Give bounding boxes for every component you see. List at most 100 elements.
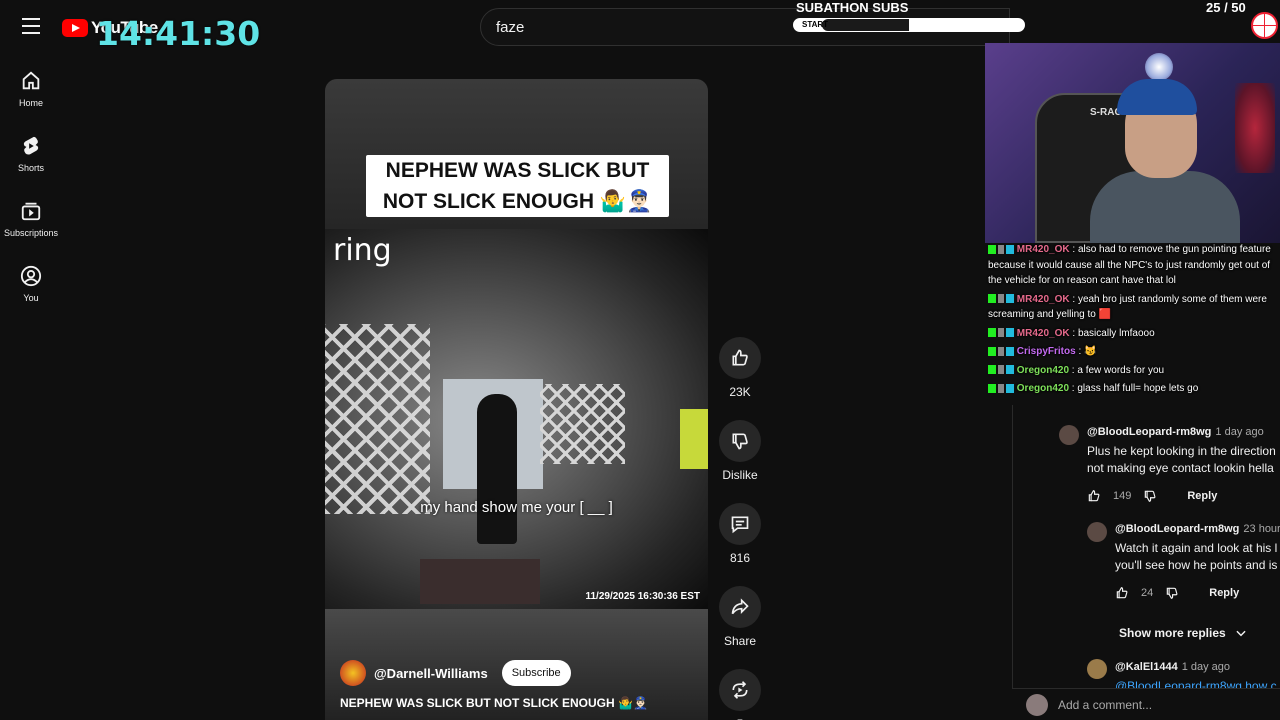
sidebar: Home Shorts Subscriptions You	[0, 62, 62, 322]
subathon-progress-bar: START	[793, 18, 1025, 32]
comment-text-line: Plus he kept looking in the direction	[1087, 444, 1276, 458]
home-icon	[22, 71, 40, 90]
comment-time: 1 day ago	[1215, 426, 1264, 438]
comment-text-line: not making eye contact lookin hella	[1087, 461, 1274, 475]
chat-text: glass half full= hope lets go	[1077, 383, 1199, 394]
comment-actions: 149 Reply	[1087, 489, 1217, 503]
sidebar-item-label: Home	[18, 98, 43, 108]
comments-panel: @BloodLeopard-rm8wg 1 day ago Plus he kep…	[1012, 405, 1280, 720]
chat-badges	[988, 328, 1014, 338]
short-video-player[interactable]: NEPHEW WAS SLICK BUT NOT SLICK ENOUGH 🤷‍…	[325, 79, 708, 720]
channel-row: @Darnell-Williams Subscribe	[340, 660, 571, 686]
doormat	[420, 559, 540, 604]
chat-message: MR420_OK : yeah bro just randomly some o…	[988, 293, 1267, 320]
share-button[interactable]	[719, 586, 761, 628]
comment-header: @KalEl1444 1 day ago	[1115, 661, 1230, 673]
thumbs-up-icon	[732, 349, 748, 366]
screen: YouTube 14:41:30 Home Shorts Subscriptio…	[0, 0, 1280, 720]
comment-time: 1 day ago	[1181, 661, 1231, 673]
show-more-replies-label: Show more replies	[1119, 626, 1226, 640]
comment-handle[interactable]: @KalEl1444	[1115, 661, 1178, 673]
thumbs-down-icon[interactable]	[1165, 586, 1179, 600]
comment-like-count: 149	[1113, 490, 1132, 502]
sidebar-item-label: Shorts	[17, 163, 44, 173]
person-in-yellow	[680, 409, 708, 469]
comments-button[interactable]	[719, 503, 761, 545]
streamer-body	[1090, 171, 1240, 243]
subscriptions-icon	[21, 202, 41, 221]
decor-plant	[1235, 83, 1275, 173]
thumbs-up-icon[interactable]	[1115, 586, 1129, 600]
remix-action: 5	[718, 669, 762, 720]
sidebar-item-you[interactable]: You	[0, 257, 62, 322]
account-icon	[20, 265, 42, 287]
subathon-progress-fill	[822, 19, 909, 31]
chat-text: a few words for you	[1077, 364, 1165, 376]
streamer-webcam: S-RACER	[985, 43, 1280, 243]
like-button[interactable]	[719, 337, 761, 379]
dislike-label: Dislike	[722, 468, 758, 482]
comment-body: Watch it again and look at his l you'll …	[1115, 540, 1277, 574]
stream-chat: MR420_OK : also had to remove the gun po…	[988, 242, 1278, 400]
comment-avatar[interactable]	[1059, 425, 1079, 445]
video-title: NEPHEW WAS SLICK BUT NOT SLICK ENOUGH 🤷‍…	[340, 696, 648, 710]
add-comment-placeholder: Add a comment...	[1058, 697, 1153, 712]
chat-username: Oregon420	[1016, 364, 1070, 376]
video-subtitle: my hand show me your [ __ ]	[420, 499, 613, 516]
ceiling-lamp	[1145, 53, 1173, 81]
chat-username: MR420_OK	[1016, 244, 1070, 255]
chat-username: MR420_OK	[1016, 327, 1070, 339]
thumbs-up-icon[interactable]	[1087, 489, 1101, 503]
chat-message: CrispyFritos : 😼	[988, 344, 1278, 360]
comment-actions: 24 Reply	[1115, 586, 1239, 600]
comment-header: @BloodLeopard-rm8wg 23 hours	[1115, 523, 1280, 535]
comment-avatar[interactable]	[1087, 659, 1107, 679]
footage-timestamp: 11/29/2025 16:30:36 EST	[585, 591, 700, 602]
add-comment-field[interactable]: Add a comment...	[1012, 688, 1280, 720]
sidebar-item-shorts[interactable]: Shorts	[0, 127, 62, 192]
ring-logo: ring	[333, 233, 392, 268]
remix-button[interactable]	[719, 669, 761, 711]
like-count: 23K	[729, 385, 751, 399]
chat-badges	[988, 294, 1014, 304]
comment-count: 816	[729, 551, 751, 565]
comment-time: 23 hours	[1243, 523, 1280, 535]
sidebar-item-subscriptions[interactable]: Subscriptions	[0, 192, 62, 257]
youtube-play-icon	[62, 19, 88, 37]
streamer-cap	[1117, 79, 1197, 115]
comment-text-line: you'll see how he points and is	[1115, 558, 1278, 572]
chat-message: MR420_OK : basically lmfaooo	[988, 326, 1278, 342]
subscribe-button[interactable]: Subscribe	[501, 660, 571, 686]
chat-username: Oregon420	[1016, 383, 1070, 394]
sidebar-item-label: Subscriptions	[3, 228, 59, 238]
thumbs-down-icon[interactable]	[1143, 489, 1157, 503]
thumbs-down-icon	[732, 433, 748, 450]
comment-handle[interactable]: @BloodLeopard-rm8wg	[1087, 426, 1211, 438]
menu-icon[interactable]	[22, 18, 40, 34]
comment-avatar[interactable]	[1087, 522, 1107, 542]
subathon-count: 25 / 50	[1206, 0, 1246, 15]
search-query: faze	[496, 18, 525, 36]
short-actions: 23K Dislike 816 Share 5	[718, 337, 762, 720]
chat-username: CrispyFritos	[1016, 346, 1076, 357]
channel-name[interactable]: @Darnell-Williams	[374, 666, 488, 681]
share-action: Share	[718, 586, 762, 648]
remix-icon	[732, 681, 748, 699]
sidebar-item-label: You	[23, 293, 39, 303]
reply-button[interactable]: Reply	[1209, 587, 1239, 599]
show-more-replies-button[interactable]: Show more replies	[1119, 626, 1248, 640]
dislike-button[interactable]	[719, 420, 761, 462]
chat-badges	[988, 383, 1014, 393]
porch-lattice-left	[325, 324, 430, 514]
officer-figure	[477, 394, 517, 544]
sidebar-item-home[interactable]: Home	[0, 62, 62, 127]
doorbell-footage: ring my hand show me your [ __ ] 11/29/2…	[325, 229, 708, 609]
porch-lattice-right	[540, 384, 625, 464]
channel-avatar[interactable]	[340, 660, 366, 686]
reply-button[interactable]: Reply	[1187, 490, 1217, 502]
shorts-icon	[23, 136, 39, 155]
like-action: 23K	[718, 337, 762, 399]
chevron-down-icon	[1236, 630, 1246, 637]
comment-handle[interactable]: @BloodLeopard-rm8wg	[1115, 523, 1239, 535]
chat-message: Oregon420 : glass half full= hope lets g…	[988, 381, 1278, 397]
